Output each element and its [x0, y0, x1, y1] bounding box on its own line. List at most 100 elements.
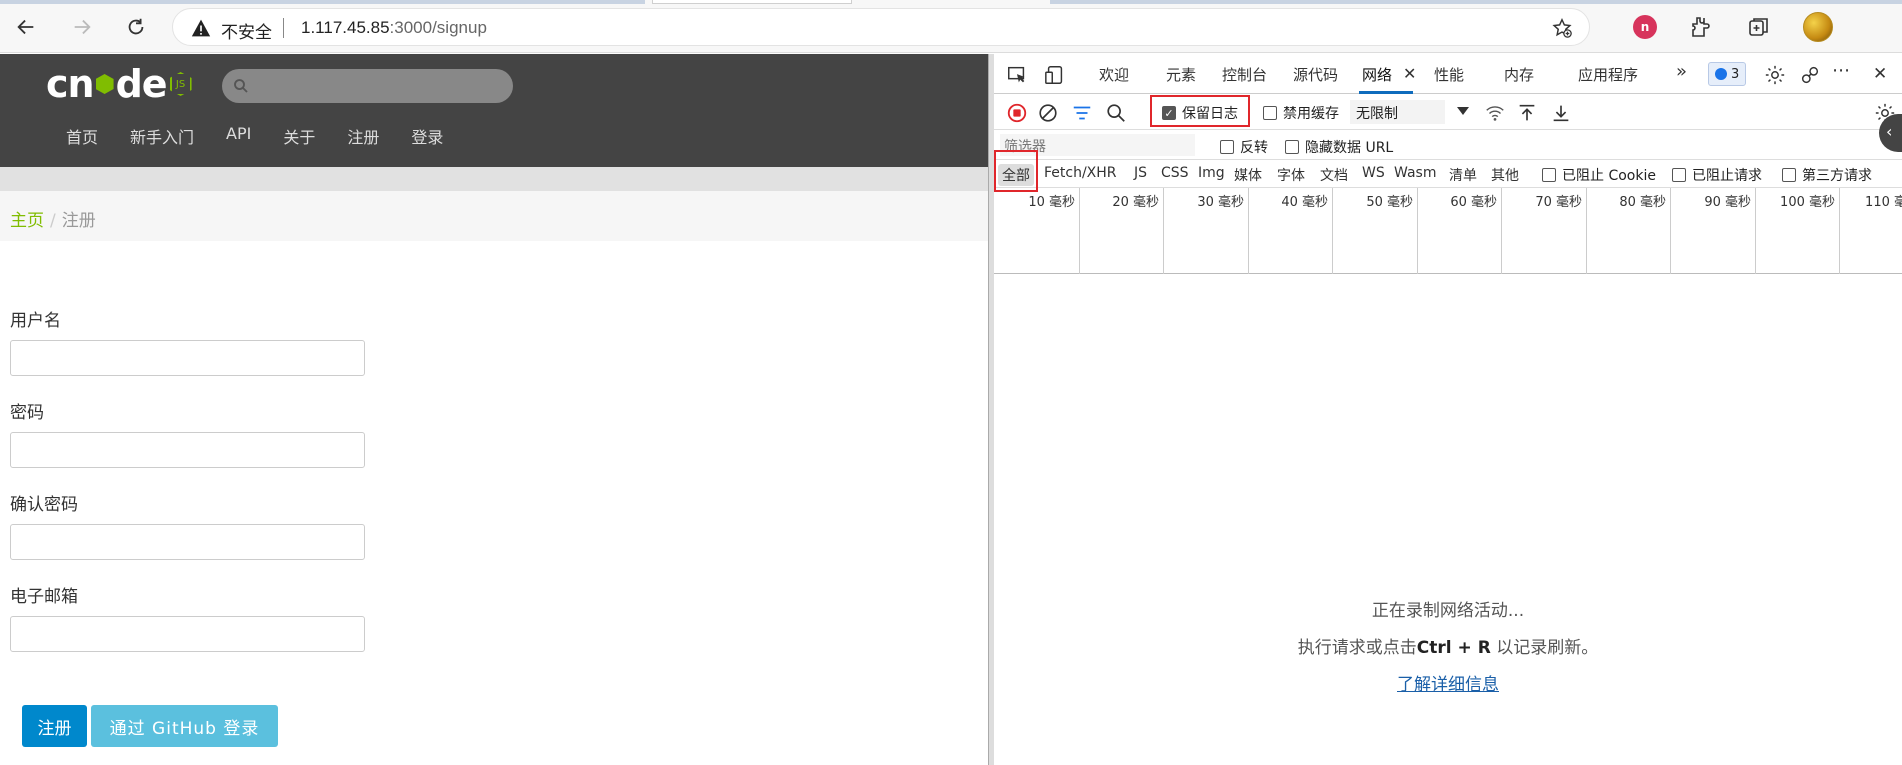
type-other[interactable]: 其他 — [1491, 165, 1519, 185]
tab-console[interactable]: 控制台 — [1222, 64, 1267, 85]
recording-message: 正在录制网络活动... — [1371, 601, 1525, 621]
refresh-icon — [128, 18, 144, 35]
settings-gear-icon[interactable] — [1764, 64, 1786, 86]
password-input[interactable] — [10, 432, 365, 468]
tab-sources[interactable]: 源代码 — [1293, 64, 1338, 85]
blocked-requests-label: 已阻止请求 — [1692, 168, 1762, 184]
learn-more-link[interactable]: 了解详细信息 — [1397, 670, 1499, 695]
timeline-tick-label: 90 毫秒 — [1704, 195, 1751, 210]
more-options-icon[interactable]: ⋯ — [1832, 60, 1850, 81]
search-icon[interactable] — [1105, 102, 1127, 124]
reload-hint-pre: 执行请求或点击 — [1297, 638, 1417, 658]
more-tabs-icon[interactable]: » — [1676, 61, 1687, 82]
timeline-tick-label: 10 毫秒 — [1028, 195, 1075, 210]
message-icon — [1715, 68, 1727, 80]
timeline-overview[interactable]: 10 毫秒 20 毫秒 30 毫秒 40 毫秒 50 毫秒 60 毫秒 70 毫秒 80 毫秒… — [994, 188, 1902, 274]
back-button[interactable] — [10, 11, 42, 43]
highlight-preserve-log — [1150, 95, 1250, 127]
type-img[interactable]: Img — [1198, 165, 1225, 181]
export-har-icon[interactable] — [1550, 102, 1572, 124]
address-bar[interactable]: 不安全 1.117.45.85:3000/signup — [172, 8, 1590, 46]
close-devtools-icon[interactable]: ✕ — [1873, 64, 1887, 84]
type-js[interactable]: JS — [1134, 165, 1147, 181]
tab-performance[interactable]: 性能 — [1434, 64, 1464, 85]
record-stop-icon[interactable] — [1006, 102, 1028, 124]
extensions-button[interactable] — [1686, 13, 1714, 41]
site-search-input[interactable] — [222, 69, 513, 103]
username-input[interactable] — [10, 340, 365, 376]
type-ws[interactable]: WS — [1362, 165, 1385, 181]
confirm-password-input[interactable] — [10, 524, 365, 560]
search-icon — [234, 79, 248, 93]
blocked-cookie-checkbox[interactable]: 已阻止 Cookie — [1542, 165, 1656, 185]
nav-getstart[interactable]: 新手入门 — [114, 124, 210, 148]
tab-application[interactable]: 应用程序 — [1578, 64, 1638, 85]
import-har-icon[interactable] — [1516, 102, 1538, 124]
type-doc[interactable]: 文档 — [1320, 165, 1348, 185]
tab-welcome[interactable]: 欢迎 — [1099, 64, 1129, 85]
url-text[interactable]: 1.117.45.85:3000/signup — [301, 18, 487, 38]
device-emulation-icon[interactable] — [1044, 64, 1066, 86]
timeline-tick-line — [1670, 188, 1671, 274]
breadcrumb-home[interactable]: 主页 — [10, 211, 44, 231]
dropdown-arrow-icon[interactable] — [1457, 107, 1469, 115]
signup-form: 用户名 密码 确认密码 电子邮箱 — [10, 306, 365, 674]
type-media[interactable]: 媒体 — [1234, 165, 1262, 185]
inspect-element-icon[interactable] — [1006, 64, 1028, 86]
type-font[interactable]: 字体 — [1277, 165, 1305, 185]
type-css[interactable]: CSS — [1161, 165, 1189, 181]
type-fetch-xhr[interactable]: Fetch/XHR — [1044, 165, 1117, 181]
forward-arrow-icon — [74, 19, 91, 35]
disable-cache-checkbox[interactable]: 禁用缓存 — [1263, 103, 1339, 123]
add-favorite-icon[interactable] — [1551, 17, 1573, 39]
invert-checkbox[interactable]: 反转 — [1220, 137, 1268, 157]
nav-home[interactable]: 首页 — [50, 124, 114, 148]
extension-red-icon[interactable]: n — [1633, 15, 1657, 39]
timeline-tick-line — [1755, 188, 1756, 274]
site-logo[interactable]: cn de JS — [46, 62, 192, 106]
timeline-tick-line — [1079, 188, 1080, 274]
refresh-button[interactable] — [120, 11, 152, 43]
filter-icon[interactable] — [1071, 102, 1093, 124]
tab-memory[interactable]: 内存 — [1504, 64, 1534, 85]
throttle-select[interactable]: 无限制 — [1350, 100, 1445, 124]
issues-badge[interactable]: 3 — [1708, 62, 1747, 86]
close-tab-icon[interactable]: ✕ — [1403, 64, 1416, 83]
confirm-password-label: 确认密码 — [10, 495, 78, 515]
confirm-password-group: 确认密码 — [10, 490, 365, 560]
blocked-requests-checkbox[interactable]: 已阻止请求 — [1672, 165, 1762, 185]
timeline-tick-label: 50 毫秒 — [1366, 195, 1413, 210]
filter-bar: 筛选器 反转 隐藏数据 URL — [994, 130, 1902, 160]
github-login-button[interactable]: 通过 GitHub 登录 — [91, 705, 278, 747]
type-manifest[interactable]: 清单 — [1449, 165, 1477, 185]
nav-signin[interactable]: 登录 — [395, 124, 459, 148]
username-label: 用户名 — [10, 311, 61, 331]
timeline-tick-line — [1163, 188, 1164, 274]
third-party-checkbox[interactable]: 第三方请求 — [1782, 165, 1872, 185]
collections-button[interactable] — [1745, 13, 1773, 41]
nav-api[interactable]: API — [210, 124, 267, 148]
header-band — [0, 167, 988, 191]
puzzle-icon — [1692, 17, 1710, 37]
profile-avatar[interactable] — [1803, 12, 1833, 42]
nav-about[interactable]: 关于 — [267, 124, 331, 148]
tab-elements[interactable]: 元素 — [1166, 64, 1196, 85]
address-divider — [283, 18, 284, 38]
signup-button[interactable]: 注册 — [22, 705, 87, 747]
nav-signup[interactable]: 注册 — [331, 124, 395, 148]
timeline-tick-label: 30 毫秒 — [1197, 195, 1244, 210]
timeline-tick-line — [1839, 188, 1840, 274]
clear-icon[interactable] — [1037, 102, 1059, 124]
email-input[interactable] — [10, 616, 365, 652]
network-conditions-icon[interactable] — [1484, 102, 1506, 124]
forward-button[interactable] — [66, 11, 98, 43]
tab-network[interactable]: 网络 — [1362, 64, 1392, 85]
type-wasm[interactable]: Wasm — [1394, 165, 1436, 181]
connect-icon[interactable] — [1799, 64, 1821, 86]
hide-data-url-checkbox[interactable]: 隐藏数据 URL — [1285, 137, 1393, 157]
warning-icon[interactable] — [191, 18, 211, 38]
insecure-label[interactable]: 不安全 — [221, 18, 272, 43]
network-toolbar: ✓ 保留日志 禁用缓存 无限制 — [994, 94, 1902, 130]
active-tab-fragment[interactable] — [652, 0, 852, 4]
logo-text-left: cn — [46, 62, 95, 106]
